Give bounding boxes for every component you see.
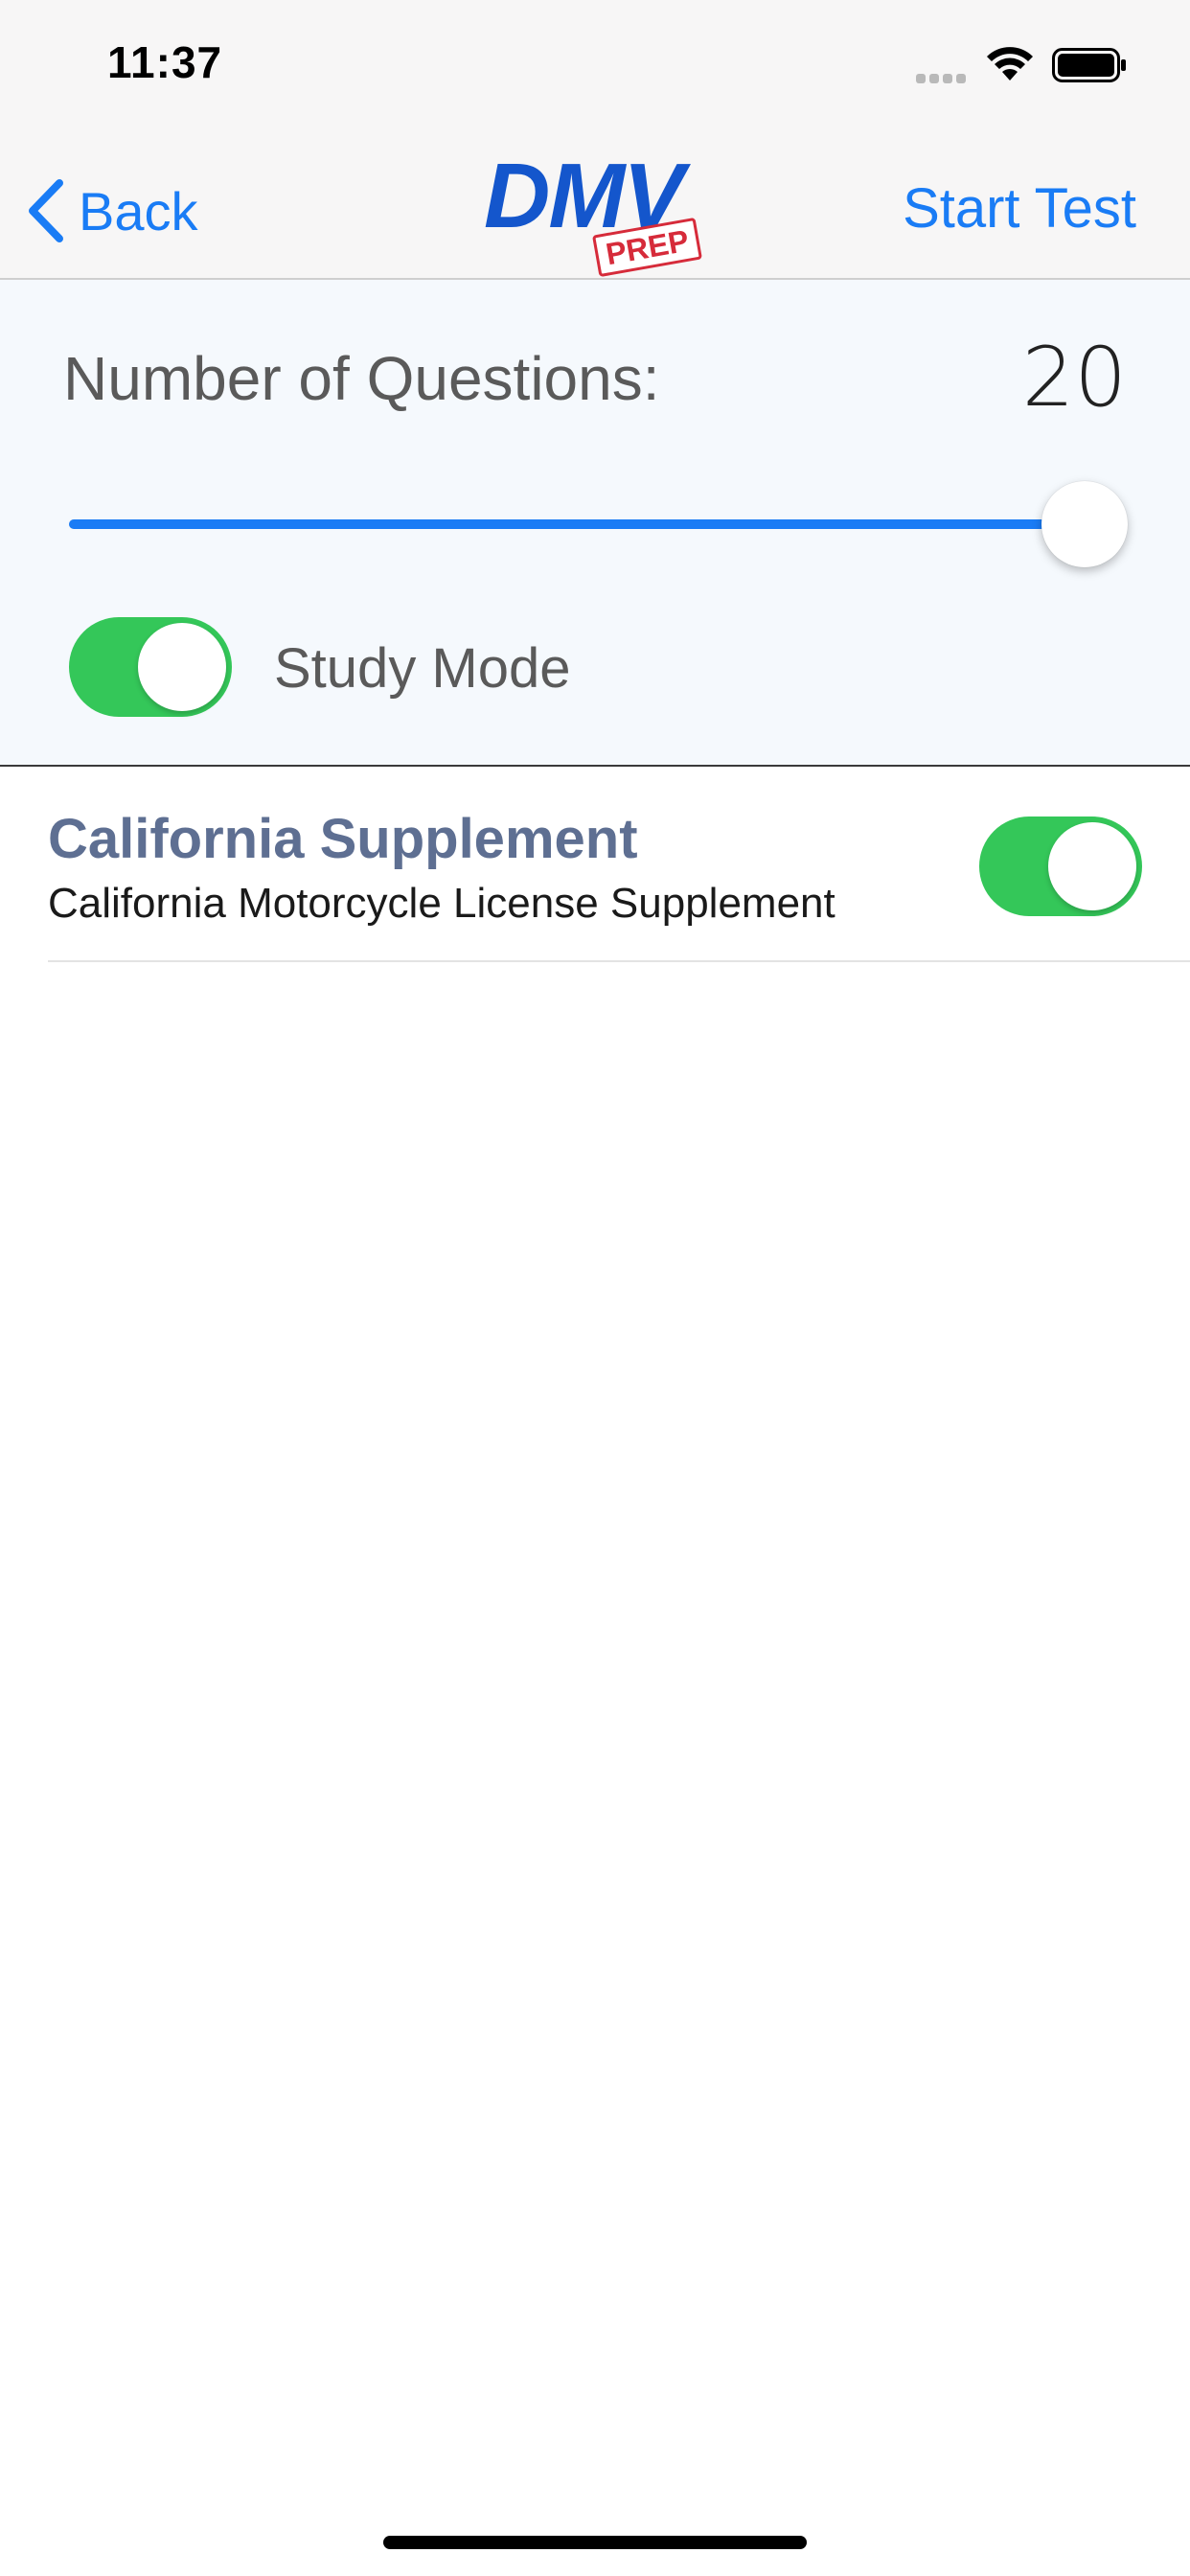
status-bar: 11:37 <box>0 0 1190 134</box>
study-mode-switch[interactable] <box>69 617 232 717</box>
slider-thumb[interactable] <box>1041 481 1128 567</box>
chevron-left-icon <box>29 179 63 242</box>
row-divider <box>48 960 1190 962</box>
home-indicator <box>383 2536 807 2549</box>
supplement-title: California Supplement <box>48 808 638 870</box>
list-item: California Supplement California Motorcy… <box>0 767 1190 962</box>
questions-value: 20 <box>1021 330 1127 426</box>
study-mode-toggle[interactable] <box>69 617 232 717</box>
toggle-knob <box>138 623 226 711</box>
toggle-knob <box>1048 822 1136 910</box>
questions-slider[interactable] <box>69 481 1128 567</box>
status-time: 11:37 <box>107 37 223 87</box>
slider-fill <box>69 519 1085 529</box>
back-label: Back <box>79 180 198 242</box>
cellular-signal-icon <box>916 71 970 83</box>
supplement-switch[interactable] <box>979 816 1142 916</box>
study-mode-label: Study Mode <box>274 637 571 700</box>
start-test-button[interactable]: Start Test <box>903 176 1136 241</box>
settings-panel: Number of Questions: 20 Study Mode <box>0 280 1190 768</box>
supplement-toggle[interactable] <box>979 816 1142 916</box>
navigation-bar: Back DMV PREP Start Test <box>0 134 1190 280</box>
wifi-icon <box>987 47 1033 80</box>
back-button[interactable]: Back <box>25 172 198 249</box>
supplement-subtitle: California Motorcycle License Supplement <box>48 880 835 927</box>
dmv-prep-logo: DMV PREP <box>484 144 704 278</box>
slider-track <box>69 519 1085 529</box>
questions-label: Number of Questions: <box>63 344 660 413</box>
battery-icon <box>1052 48 1126 82</box>
